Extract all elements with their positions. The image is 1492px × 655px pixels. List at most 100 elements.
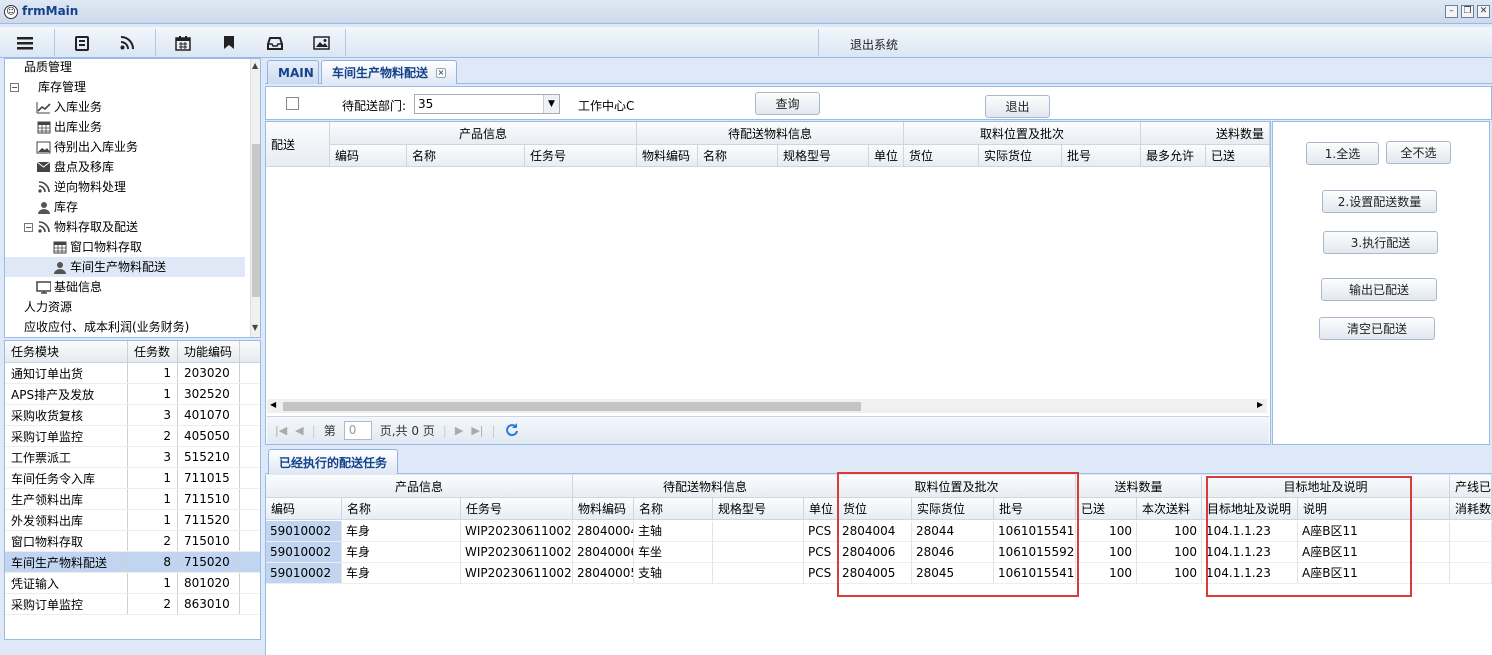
restore-button[interactable]: ❐	[1461, 5, 1474, 18]
column-header[interactable]: 编码	[330, 145, 407, 167]
tree-item-special-io[interactable]: 待别出入库业务	[36, 137, 138, 157]
inbox-icon[interactable]	[255, 29, 295, 56]
table-row[interactable]: 通知订单出货 1 203020	[5, 363, 260, 384]
tree-item-basic-info[interactable]: 基础信息	[36, 277, 102, 297]
tree-scrollbar[interactable]: ▲ ▼	[250, 59, 260, 337]
tree-item-stocktake[interactable]: 盘点及移库	[36, 157, 114, 177]
column-header[interactable]: 编码	[266, 498, 342, 520]
table-row[interactable]: 外发领料出库 1 711520	[5, 510, 260, 531]
tree-item-workshop-dist[interactable]: 车间生产物料配送	[5, 257, 245, 277]
column-header[interactable]: 物料编码	[573, 498, 634, 520]
prev-page-icon[interactable]: ◀	[295, 424, 303, 437]
menu-icon[interactable]	[5, 29, 45, 56]
column-header[interactable]: 名称	[342, 498, 461, 520]
tree-item-quality[interactable]: 品质管理	[24, 59, 72, 77]
minimize-button[interactable]: –	[1445, 5, 1458, 18]
column-header[interactable]: 名称	[698, 145, 778, 167]
clear-delivered-button[interactable]: 清空已配送	[1319, 317, 1435, 340]
table-row[interactable]: 车间任务令入库 1 711015	[5, 468, 260, 489]
page-input[interactable]: 0	[343, 421, 372, 440]
dept-select[interactable]: 35 ▼	[414, 94, 560, 114]
column-header[interactable]: 任务号	[461, 498, 573, 520]
column-header[interactable]: 已送	[1076, 498, 1137, 520]
print-icon[interactable]	[62, 29, 102, 56]
table-cell: 59010002	[266, 521, 342, 542]
scroll-left-icon[interactable]: ◀	[270, 400, 276, 409]
column-header[interactable]: 本次送料	[1137, 498, 1202, 520]
image-icon[interactable]	[301, 29, 341, 56]
select-none-button[interactable]: 全不选	[1386, 141, 1451, 164]
column-header[interactable]: 物料编码	[637, 145, 698, 167]
page-suffix: 页,共 0 页	[379, 424, 435, 438]
column-header[interactable]: 最多允许	[1141, 145, 1206, 167]
calendar-icon[interactable]	[163, 29, 203, 56]
bookmark-icon[interactable]	[209, 29, 249, 56]
rss-icon[interactable]	[107, 29, 147, 56]
column-header[interactable]: 单位	[804, 498, 838, 520]
scrollbar-thumb[interactable]	[252, 144, 260, 297]
tab-main[interactable]: MAIN	[267, 60, 319, 84]
table-cell: 1	[128, 468, 178, 488]
column-header[interactable]: 已送	[1206, 145, 1270, 167]
close-icon[interactable]: ×	[436, 67, 447, 78]
column-header[interactable]: 任务数	[128, 341, 178, 362]
select-checkbox[interactable]	[286, 97, 299, 110]
scroll-right-icon[interactable]: ▶	[1257, 400, 1263, 409]
tree-item-stock[interactable]: 库存	[36, 197, 78, 217]
first-page-icon[interactable]: |◀	[275, 424, 287, 437]
scrollbar-thumb[interactable]	[283, 402, 861, 411]
table-row[interactable]: 采购收货复核 3 401070	[5, 405, 260, 426]
column-header[interactable]: 单位	[869, 145, 904, 167]
last-page-icon[interactable]: ▶|	[471, 424, 483, 437]
tree-item-finance[interactable]: 应收应付、成本利润(业务财务)	[24, 317, 189, 337]
set-quantity-button[interactable]: 2.设置配送数量	[1322, 190, 1437, 213]
tree-item-reverse[interactable]: 逆向物料处理	[36, 177, 126, 197]
column-header[interactable]: 规格型号	[778, 145, 869, 167]
table-row[interactable]: 车间生产物料配送 8 715020	[5, 552, 260, 573]
tree-item-label: 窗口物料存取	[70, 240, 143, 254]
tree-item-inventory[interactable]: − 库存管理	[10, 77, 86, 97]
chevron-down-icon[interactable]: ▼	[543, 95, 559, 113]
column-header[interactable]: 任务模块	[5, 341, 128, 362]
table-row[interactable]: 窗口物料存取 2 715010	[5, 531, 260, 552]
column-header[interactable]: 规格型号	[713, 498, 804, 520]
table-row[interactable]: 凭证输入 1 801020	[5, 573, 260, 594]
column-header[interactable]: 名称	[407, 145, 525, 167]
table-row[interactable]: 生产领料出库 1 711510	[5, 489, 260, 510]
exit-system-link[interactable]: 退出系统	[850, 36, 898, 53]
column-header[interactable]: 货位	[904, 145, 979, 167]
scroll-up-icon[interactable]: ▲	[252, 61, 258, 70]
exit-button[interactable]: 退出	[985, 95, 1050, 118]
scroll-down-icon[interactable]: ▼	[252, 323, 258, 332]
column-header[interactable]: 消耗数	[1450, 498, 1492, 520]
column-header[interactable]: 任务号	[525, 145, 637, 167]
query-button[interactable]: 查询	[755, 92, 820, 115]
column-header[interactable]: 批号	[1062, 145, 1141, 167]
table-row[interactable]: 采购订单监控 2 863010	[5, 594, 260, 615]
table-row[interactable]: 工作票派工 3 515210	[5, 447, 260, 468]
table-cell: 801020	[178, 573, 240, 593]
close-button[interactable]: ✕	[1477, 5, 1490, 18]
tab-executed-tasks[interactable]: 已经执行的配送任务	[268, 449, 399, 474]
column-header[interactable]: 实际货位	[979, 145, 1062, 167]
tree-item-outbound[interactable]: 出库业务	[36, 117, 102, 137]
tree-item-window-material[interactable]: 窗口物料存取	[52, 237, 142, 257]
column-header[interactable]: 名称	[634, 498, 713, 520]
tree-item-hr[interactable]: 人力资源	[24, 297, 72, 317]
main-tabs: MAIN 车间生产物料配送 ×	[265, 60, 1492, 84]
tab-workshop-dist[interactable]: 车间生产物料配送 ×	[321, 60, 458, 84]
tree-item-material-dist[interactable]: − 物料存取及配送	[24, 217, 138, 237]
column-header[interactable]: 配送	[266, 122, 330, 167]
export-delivered-button[interactable]: 输出已配送	[1321, 278, 1437, 301]
table-row[interactable]: APS排产及发放 1 302520	[5, 384, 260, 405]
column-header[interactable]: 功能编码	[178, 341, 240, 362]
collapse-icon[interactable]: −	[24, 222, 33, 232]
execute-delivery-button[interactable]: 3.执行配送	[1323, 231, 1438, 254]
select-all-button[interactable]: 1.全选	[1306, 142, 1379, 165]
next-page-icon[interactable]: ▶	[455, 424, 463, 437]
horizontal-scrollbar[interactable]: ◀ ▶	[267, 399, 1267, 413]
refresh-icon[interactable]	[504, 422, 519, 440]
collapse-icon[interactable]: −	[10, 82, 19, 92]
table-row[interactable]: 采购订单监控 2 405050	[5, 426, 260, 447]
tree-item-inbound[interactable]: 入库业务	[36, 97, 102, 117]
